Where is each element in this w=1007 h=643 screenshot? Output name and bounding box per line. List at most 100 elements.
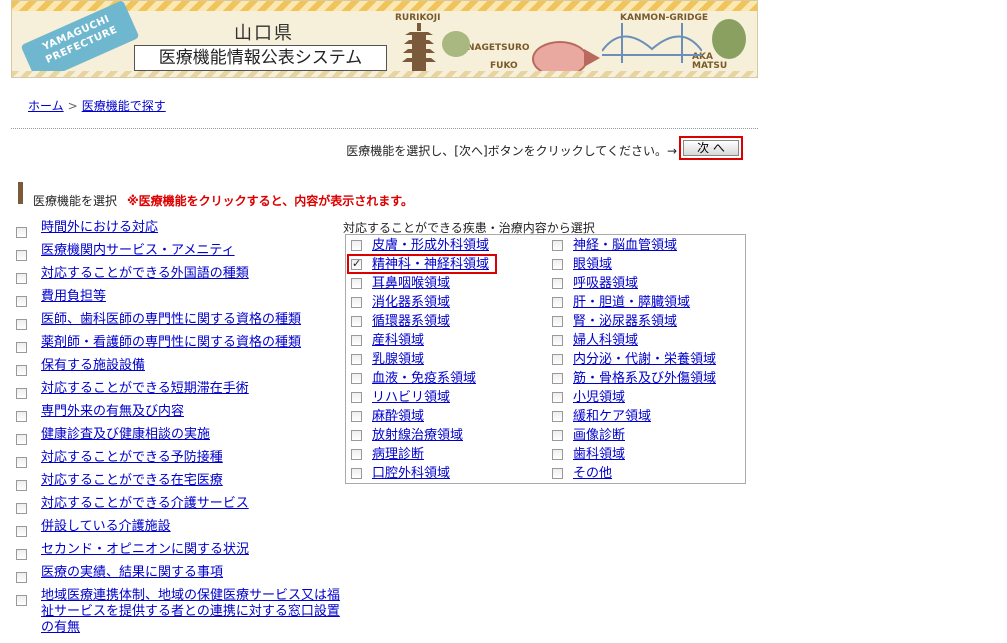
function-checkbox[interactable] xyxy=(16,342,27,353)
disease-link[interactable]: 耳鼻咽喉領域 xyxy=(372,276,450,292)
disease-checkbox[interactable] xyxy=(351,297,362,308)
disease-link[interactable]: 精神科・神経科領域 xyxy=(372,257,489,273)
disease-checkbox[interactable] xyxy=(552,354,563,365)
disease-checkbox[interactable] xyxy=(552,335,563,346)
disease-checkbox[interactable] xyxy=(552,449,563,460)
function-checkbox[interactable] xyxy=(16,595,27,606)
disease-link[interactable]: 内分泌・代謝・栄養領域 xyxy=(573,352,716,368)
function-checkbox[interactable] xyxy=(16,296,27,307)
disease-link[interactable]: 口腔外科領域 xyxy=(372,466,450,482)
disease-checkbox[interactable] xyxy=(552,240,563,251)
function-link[interactable]: 薬剤師・看護師の専門性に関する資格の種類 xyxy=(41,335,301,351)
breadcrumb-current-link[interactable]: 医療機能で探す xyxy=(82,99,166,113)
function-link[interactable]: 対応することができる短期滞在手術 xyxy=(41,381,249,397)
disease-checkbox[interactable] xyxy=(552,430,563,441)
system-title-box: 山口県 医療機能情報公表システム xyxy=(134,15,387,71)
disease-checkbox[interactable] xyxy=(552,468,563,479)
function-link[interactable]: 医師、歯科医師の専門性に関する資格の種類 xyxy=(41,312,301,328)
function-link[interactable]: 地域医療連携体制、地域の保健医療サービス又は福祉サービスを提供する者との連携に対… xyxy=(41,588,346,636)
disease-checkbox[interactable] xyxy=(351,373,362,384)
breadcrumb: ホーム > 医療機能で探す xyxy=(28,97,166,114)
function-link[interactable]: 対応することができる外国語の種類 xyxy=(41,266,249,282)
function-checkbox[interactable] xyxy=(16,319,27,330)
disease-checkbox[interactable] xyxy=(351,392,362,403)
disease-checkbox[interactable] xyxy=(552,259,563,270)
disease-checkbox[interactable] xyxy=(351,316,362,327)
disease-link[interactable]: リハビリ領域 xyxy=(372,390,450,406)
function-checkbox[interactable] xyxy=(16,480,27,491)
function-link[interactable]: 医療機関内サービス・アメニティ xyxy=(41,243,235,259)
disease-link[interactable]: 腎・泌尿器系領域 xyxy=(573,314,677,330)
disease-link[interactable]: 産科領域 xyxy=(372,333,424,349)
function-checkbox[interactable] xyxy=(16,411,27,422)
disease-checkbox[interactable] xyxy=(351,449,362,460)
disease-checkbox[interactable] xyxy=(351,335,362,346)
function-checkbox[interactable] xyxy=(16,457,27,468)
disease-checkbox[interactable] xyxy=(351,257,362,270)
disease-checkbox[interactable] xyxy=(351,354,362,365)
bridge-icon xyxy=(602,23,702,63)
disease-link[interactable]: 乳腺領域 xyxy=(372,352,424,368)
disease-checkbox[interactable] xyxy=(351,411,362,422)
disease-link[interactable]: 循環器系領域 xyxy=(372,314,450,330)
function-link[interactable]: 保有する施設設備 xyxy=(41,358,145,374)
disease-link[interactable]: 消化器系領域 xyxy=(372,295,450,311)
disease-checkbox[interactable] xyxy=(351,240,362,251)
function-checkbox[interactable] xyxy=(16,273,27,284)
disease-link[interactable]: 眼領域 xyxy=(573,257,612,273)
banner-pattern-bottom xyxy=(12,71,757,77)
function-checkbox[interactable] xyxy=(16,365,27,376)
function-link[interactable]: セカンド・オピニオンに関する状況 xyxy=(41,542,249,558)
disease-list-item: 精神科・神経科領域 xyxy=(351,257,541,276)
function-checkbox[interactable] xyxy=(16,503,27,514)
function-link[interactable]: 対応することができる在宅医療 xyxy=(41,473,223,489)
function-link[interactable]: 専門外来の有無及び内容 xyxy=(41,404,184,420)
disease-link[interactable]: 小児領域 xyxy=(573,390,625,406)
disease-checkbox[interactable] xyxy=(351,278,362,289)
function-link[interactable]: 時間外における対応 xyxy=(41,220,158,236)
disease-checkbox[interactable] xyxy=(552,316,563,327)
disease-checkbox[interactable] xyxy=(552,392,563,403)
disease-link[interactable]: その他 xyxy=(573,466,612,482)
function-link[interactable]: 対応することができる予防接種 xyxy=(41,450,223,466)
prefecture-badge: YAMAGUCHI PREFECTURE xyxy=(20,1,140,77)
function-checkbox[interactable] xyxy=(16,388,27,399)
disease-link[interactable]: 放射線治療領域 xyxy=(372,428,463,444)
disease-checkbox[interactable] xyxy=(351,468,362,479)
disease-list-item: 病理診断 xyxy=(351,447,541,466)
function-checkbox[interactable] xyxy=(16,549,27,560)
function-link[interactable]: 医療の実績、結果に関する事項 xyxy=(41,565,223,581)
next-button[interactable]: 次 へ xyxy=(683,140,739,156)
function-link[interactable]: 健康診査及び健康相談の実施 xyxy=(41,427,210,443)
disease-list-item: 消化器系領域 xyxy=(351,295,541,314)
disease-link[interactable]: 画像診断 xyxy=(573,428,625,444)
disease-link[interactable]: 歯科領域 xyxy=(573,447,625,463)
disease-link[interactable]: 皮膚・形成外科領域 xyxy=(372,238,489,254)
next-button-highlight: 次 へ xyxy=(679,136,743,160)
disease-checkbox[interactable] xyxy=(552,411,563,422)
disease-checkbox[interactable] xyxy=(351,430,362,441)
disease-checkbox[interactable] xyxy=(552,373,563,384)
disease-link[interactable]: 神経・脳血管領域 xyxy=(573,238,677,254)
disease-checkbox[interactable] xyxy=(552,278,563,289)
disease-link[interactable]: 緩和ケア領域 xyxy=(573,409,651,425)
function-link[interactable]: 費用負担等 xyxy=(41,289,106,305)
disease-link[interactable]: 筋・骨格系及び外傷領域 xyxy=(573,371,716,387)
function-list-item: 健康診査及び健康相談の実施 xyxy=(16,427,346,450)
function-checkbox[interactable] xyxy=(16,227,27,238)
disease-link[interactable]: 麻酔領域 xyxy=(372,409,424,425)
function-link[interactable]: 併設している介護施設 xyxy=(41,519,171,535)
disease-link[interactable]: 肝・胆道・膵臓領域 xyxy=(573,295,690,311)
disease-link[interactable]: 病理診断 xyxy=(372,447,424,463)
disease-link[interactable]: 呼吸器領域 xyxy=(573,276,638,292)
disease-checkbox[interactable] xyxy=(552,297,563,308)
function-checkbox[interactable] xyxy=(16,526,27,537)
function-link[interactable]: 対応することができる介護サービス xyxy=(41,496,249,512)
function-checkbox[interactable] xyxy=(16,250,27,261)
function-checkbox[interactable] xyxy=(16,434,27,445)
function-checkbox[interactable] xyxy=(16,572,27,583)
disease-link[interactable]: 婦人科領域 xyxy=(573,333,638,349)
disease-link[interactable]: 血液・免疫系領域 xyxy=(372,371,476,387)
breadcrumb-home-link[interactable]: ホーム xyxy=(28,99,64,113)
disease-list-item: 腎・泌尿器系領域 xyxy=(552,314,742,333)
